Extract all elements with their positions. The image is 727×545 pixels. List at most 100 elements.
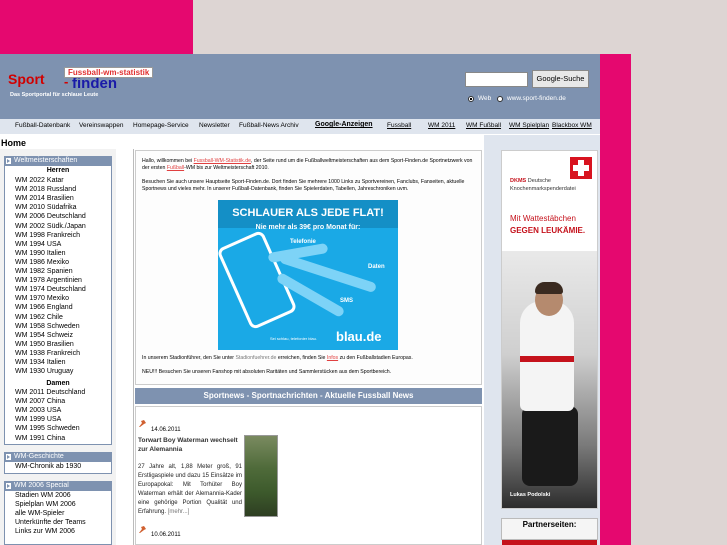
list-item-wm[interactable]: WM 1962 Chile <box>15 314 63 321</box>
nav-vereinswappen[interactable]: Vereinswappen <box>79 122 123 129</box>
welcome-paragraph-3: In unserem Stadionführer, den Sie unter … <box>142 355 413 361</box>
radio-web-label: Web <box>478 95 492 102</box>
list-item-wm[interactable]: WM 1982 Spanien <box>15 268 73 275</box>
list-item-wm[interactable]: WM 1930 Uruguay <box>15 368 73 375</box>
nav-homepage-service[interactable]: Homepage-Service <box>133 122 189 129</box>
list-item-wm[interactable]: WM 1934 Italien <box>15 359 66 366</box>
dkms-caption: Lukas Podolski <box>510 492 551 498</box>
list-item-wm[interactable]: WM 1998 Frankreich <box>15 232 80 239</box>
panel-weltmeisterschaften-header[interactable]: Weltmeisterschaften <box>4 156 112 166</box>
list-item-wm[interactable]: WM 2010 Südafrika <box>15 204 76 211</box>
radio-site[interactable] <box>497 96 503 102</box>
panel-wm-geschichte: WM-Chronik ab 1930 <box>4 462 112 474</box>
nav-google-anzeigen[interactable]: Google-Anzeigen <box>315 121 373 128</box>
news-date: 10.06.2011 <box>151 532 181 538</box>
news-date: 14.06.2011 <box>151 427 181 433</box>
logo-tagline: Das Sportportal für schlaue Leute <box>10 92 99 98</box>
list-item-wm2006[interactable]: Links zur WM 2006 <box>15 528 75 535</box>
nav-wm-2011[interactable]: WM 2011 <box>428 122 455 129</box>
list-heading-damen: Damen <box>46 380 70 387</box>
panel-weltmeisterschaften: Herren WM 2022 Katar WM 2018 Russland WM 20… <box>4 166 112 445</box>
list-item-wm[interactable]: WM 1994 USA <box>15 241 61 248</box>
background-magenta-right <box>600 54 631 545</box>
list-item-wm2006[interactable]: Stadien WM 2006 <box>15 492 71 499</box>
panel-wm-geschichte-header[interactable]: WM-Geschichte <box>4 452 112 462</box>
list-item-wm[interactable]: WM 1970 Mexiko <box>15 295 69 302</box>
ad-slogan: Sei schlau, telefonier blau. <box>270 336 317 341</box>
nav-blackbox-wm[interactable]: Blackbox WM <box>552 122 592 129</box>
list-item-wm[interactable]: WM 1954 Schweiz <box>15 332 73 339</box>
dkms-logo-icon <box>570 157 592 179</box>
list-item-wm-damen[interactable]: WM 1991 China <box>15 435 65 442</box>
list-item-geschichte[interactable]: WM-Chronik ab 1930 <box>15 463 81 470</box>
list-item-wm[interactable]: WM 1950 Brasilien <box>15 341 74 348</box>
dkms-slogan: Mit Wattestäbchen GEGEN LEUKÄMIE. <box>510 214 586 235</box>
list-item-wm[interactable]: WM 2018 Russland <box>15 186 76 193</box>
ad-label-telefonie: Telefonie <box>290 239 316 245</box>
list-heading-herren: Herren <box>46 167 70 174</box>
link-stadionfuehrer[interactable]: Stadionfuehrer.de <box>235 355 276 361</box>
list-item-wm-damen[interactable]: WM 2003 USA <box>15 407 61 414</box>
partner-banner[interactable] <box>502 540 597 545</box>
welcome-paragraph-2: Besuchen Sie auch unsere Hauptseite Spor… <box>142 179 465 192</box>
blau-advertisement[interactable]: SCHLAUER ALS JEDE FLAT! Nie mehr als 39€… <box>218 200 398 350</box>
logo-sport-text[interactable]: Sport <box>8 71 45 87</box>
nav-wm-spielplan[interactable]: WM Spielplan <box>509 122 549 129</box>
ad-title: SCHLAUER ALS JEDE FLAT! <box>232 207 384 219</box>
player-shirt-stripe <box>520 356 574 362</box>
welcome-paragraph-4: NEU!!! Besuchen Sie unseren Fanshop mit … <box>142 369 392 375</box>
list-item-wm2006[interactable]: Spielplan WM 2006 <box>15 501 76 508</box>
news-title[interactable]: Torwart Boy Waterman wechselt zur Aleman… <box>138 436 238 454</box>
link-infos[interactable]: Infos <box>327 355 338 361</box>
search-input[interactable] <box>465 72 528 87</box>
player-hair <box>535 282 563 294</box>
list-item-wm-damen[interactable]: WM 2011 Deutschland <box>15 389 85 396</box>
link-fussball[interactable]: Fußball <box>167 165 184 171</box>
radio-web[interactable] <box>468 96 474 102</box>
list-item-wm[interactable]: WM 2002 Südk./Japan <box>15 223 86 230</box>
dkms-advertisement[interactable]: DKMS Deutsche Knochenmarkspenderdatei Mit… <box>501 150 598 509</box>
ad-subtitle: Nie mehr als 39€ pro Monat für: <box>255 224 361 231</box>
partner-sites-header: Partnerseiten: <box>501 518 598 540</box>
list-item-wm-damen[interactable]: WM 1999 USA <box>15 416 61 423</box>
nav-wm-fussball[interactable]: WM Fußball <box>466 122 501 129</box>
google-search-button[interactable]: Google-Suche <box>532 70 589 88</box>
panel-wm-2006-special: Stadien WM 2006 Spielplan WM 2006 alle WM-… <box>4 491 112 545</box>
nav-fussball-datenbank[interactable]: Fußball-Datenbank <box>15 122 70 129</box>
welcome-paragraph-1: Hallo, willkommen bei Fussball-WM-Statis… <box>142 158 473 171</box>
link-fussball-wm-statistik[interactable]: Fussball-WM-Statistik.de <box>194 158 251 164</box>
main-navbar: Fußball-Datenbank Vereinswappen Homepage… <box>0 119 600 134</box>
nav-fussball[interactable]: Fussball <box>387 122 411 129</box>
list-item-wm[interactable]: WM 1974 Deutschland <box>15 286 86 293</box>
nav-newsletter[interactable]: Newsletter <box>199 122 230 129</box>
list-item-wm[interactable]: WM 2014 Brasilien <box>15 195 74 202</box>
list-item-wm[interactable]: WM 2006 Deutschland <box>15 213 86 220</box>
background-magenta-top <box>0 0 193 54</box>
news-section-header[interactable]: Sportnews - Sportnachrichten - Aktuelle … <box>135 388 482 404</box>
pin-icon <box>139 526 146 533</box>
list-item-wm[interactable]: WM 1958 Schweden <box>15 323 80 330</box>
list-item-wm2006[interactable]: alle WM-Spieler <box>15 510 64 517</box>
news-thumbnail[interactable] <box>244 435 278 517</box>
news-body: 27 Jahre alt, 1,88 Meter groß, 91 Erstli… <box>138 464 242 515</box>
list-item-wm-damen[interactable]: WM 1995 Schweden <box>15 425 80 432</box>
list-item-wm[interactable]: WM 1990 Italien <box>15 250 66 257</box>
list-item-wm[interactable]: WM 1966 England <box>15 304 73 311</box>
pin-icon <box>139 420 146 427</box>
background-gray-top <box>193 0 727 54</box>
background-gray-right <box>631 54 727 545</box>
dkms-name: DKMS Deutsche Knochenmarkspenderdatei <box>510 178 576 192</box>
logo-badge: Fussball-wm-statistik <box>64 67 154 78</box>
list-item-wm[interactable]: WM 1938 Frankreich <box>15 350 80 357</box>
ad-label-sms: SMS <box>340 298 354 304</box>
list-item-wm[interactable]: WM 2022 Katar <box>15 177 64 184</box>
list-item-wm2006[interactable]: Unterkünfte der Teams <box>15 519 86 526</box>
nav-news-archiv[interactable]: Fußball-News Archiv <box>239 122 299 129</box>
list-item-wm[interactable]: WM 1986 Mexiko <box>15 259 69 266</box>
radio-site-label: www.sport-finden.de <box>507 95 566 102</box>
player-legs <box>522 406 578 486</box>
panel-wm-2006-header[interactable]: WM 2006 Special <box>4 481 112 491</box>
list-item-wm-damen[interactable]: WM 2007 China <box>15 398 65 405</box>
list-item-wm[interactable]: WM 1978 Argentinien <box>15 277 82 284</box>
news-more-link[interactable]: [mehr...] <box>168 509 190 515</box>
